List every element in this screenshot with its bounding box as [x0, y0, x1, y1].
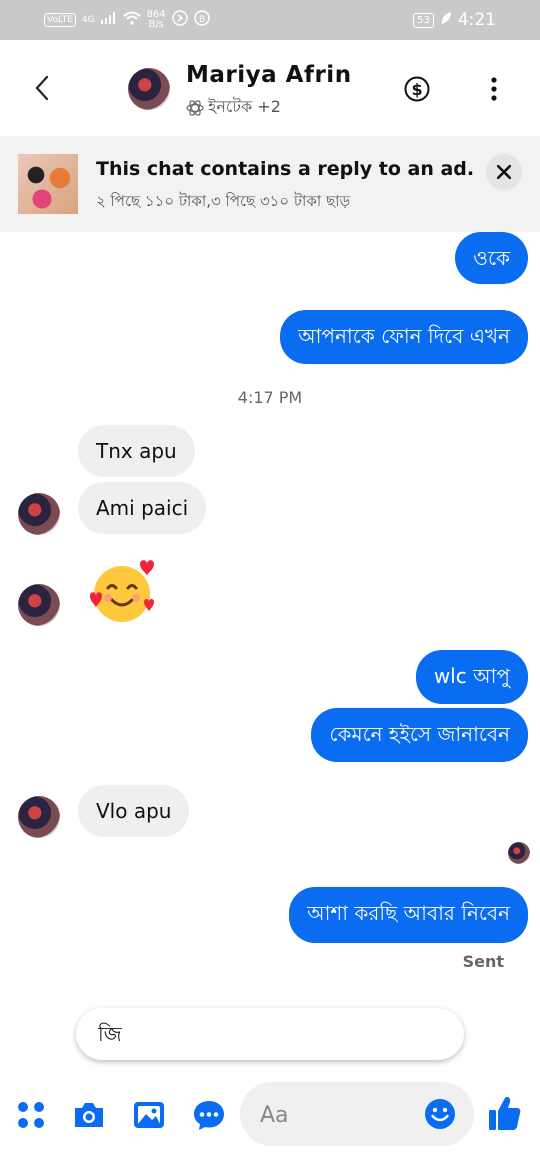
outgoing-message[interactable]: আপনাকে ফোন দিবে এখন: [280, 310, 528, 364]
signal-icon: [100, 12, 117, 28]
like-button[interactable]: [488, 1094, 522, 1130]
nfc-icon: [171, 10, 188, 30]
contact-name[interactable]: Mariya Afrin: [186, 62, 352, 88]
back-button[interactable]: [28, 68, 58, 108]
outgoing-message[interactable]: আশা করছি আবার নিবেন: [289, 887, 528, 943]
ad-banner-title: This chat contains a reply to an ad.: [96, 158, 475, 180]
chat-bubble-icon: [194, 1101, 224, 1130]
more-vertical-icon: [491, 77, 497, 101]
chevron-left-icon: [35, 75, 49, 101]
camera-button[interactable]: [72, 1098, 106, 1132]
contact-avatar[interactable]: [128, 68, 170, 110]
speed-unit: B/s: [148, 19, 164, 30]
contact-subtitle: ইনটেক +2: [186, 94, 281, 121]
volte-indicator: VoLTE: [44, 13, 76, 27]
message-input[interactable]: [258, 1098, 422, 1132]
outgoing-message[interactable]: কেমনে হইসে জানাবেন: [311, 708, 528, 762]
status-time: 4:21: [457, 10, 496, 30]
timestamp: 4:17 PM: [237, 388, 303, 407]
svg-text:$: $: [412, 80, 423, 99]
emoji-button[interactable]: [424, 1098, 456, 1130]
ad-reply-banner[interactable]: This chat contains a reply to an ad. ২ প…: [0, 136, 540, 232]
outgoing-message[interactable]: wlc আপু: [415, 650, 528, 704]
image-icon: [134, 1102, 164, 1128]
chat-actions-button[interactable]: [192, 1098, 226, 1132]
incoming-message[interactable]: Ami paici: [78, 482, 207, 534]
grid-dots-icon: [18, 1102, 44, 1128]
gallery-button[interactable]: [132, 1098, 166, 1132]
atom-icon: [186, 99, 204, 116]
sender-avatar[interactable]: [18, 584, 60, 626]
payment-button[interactable]: $: [404, 76, 430, 102]
ad-banner-description: ২ পিছে ১১০ টাকা,৩ পিছে ৩১০ টাকা ছাড়: [96, 192, 351, 210]
more-options-button[interactable]: [484, 76, 504, 102]
sender-avatar[interactable]: [18, 796, 60, 838]
svg-text:B: B: [199, 15, 205, 25]
wifi-icon: [122, 11, 141, 29]
emoji-message[interactable]: [86, 556, 160, 626]
network-type: 4G: [81, 15, 95, 25]
smiling-face-with-hearts-icon: [90, 560, 154, 622]
message-composer: [240, 1082, 474, 1146]
battery-indicator: 53: [413, 12, 434, 28]
chat-header: Mariya Afrin ইনটেক +2 $: [0, 40, 540, 136]
bluetooth-status-icon: B: [193, 10, 210, 30]
sent-status: Sent: [462, 952, 504, 971]
dollar-circle-icon: $: [404, 76, 430, 102]
subtitle-text: ইনটেক +2: [208, 97, 281, 116]
status-bar: VoLTE 4G 864 B/s B 53 4:21: [0, 0, 540, 40]
seen-receipt-avatar: [508, 842, 530, 864]
close-banner-button[interactable]: [486, 154, 522, 190]
camera-icon: [75, 1103, 103, 1127]
sender-avatar[interactable]: [18, 493, 60, 535]
more-actions-button[interactable]: [14, 1098, 48, 1132]
incoming-message[interactable]: Tnx apu: [78, 425, 195, 477]
incoming-message[interactable]: Vlo apu: [78, 785, 190, 837]
leaf-icon: [440, 10, 452, 30]
outgoing-message[interactable]: ওকে: [455, 232, 528, 284]
thumbs-up-icon: [489, 1097, 521, 1130]
ad-thumbnail: [18, 154, 78, 214]
composer-bar: [0, 1080, 540, 1156]
smile-icon: [425, 1099, 455, 1129]
data-speed: 864 B/s: [147, 10, 166, 30]
close-icon: [497, 165, 511, 179]
quick-reply-chip[interactable]: জি: [76, 1008, 464, 1060]
